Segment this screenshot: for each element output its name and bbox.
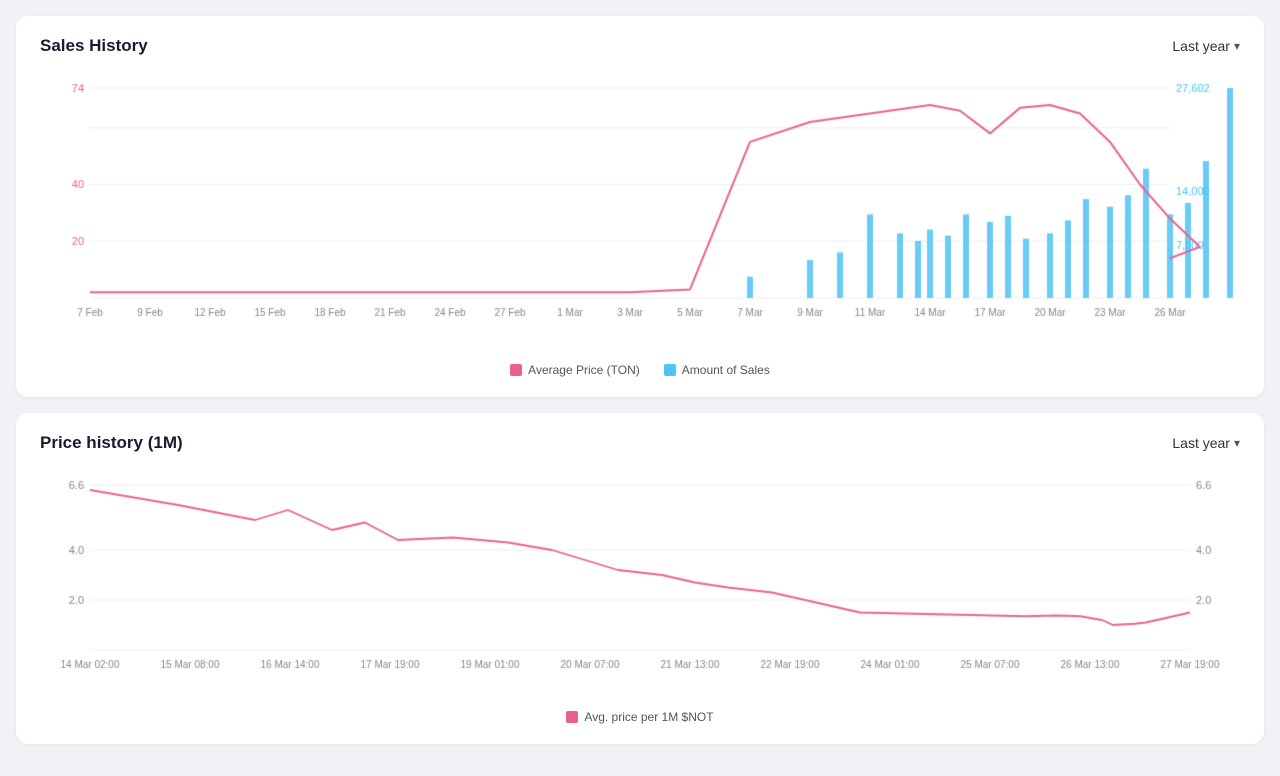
legend-line-color	[510, 364, 522, 376]
sales-history-period-label: Last year	[1172, 38, 1230, 54]
price-history-chart-area	[40, 465, 1240, 700]
price-history-header: Price history (1M) Last year ▾	[40, 433, 1240, 453]
price-history-card: Price history (1M) Last year ▾ Avg. pric…	[16, 413, 1264, 744]
price-history-period-label: Last year	[1172, 435, 1230, 451]
price-history-title: Price history (1M)	[40, 433, 183, 453]
sales-history-card: Sales History Last year ▾ Average Price …	[16, 16, 1264, 397]
sales-history-legend: Average Price (TON) Amount of Sales	[40, 363, 1240, 377]
price-history-legend-line: Avg. price per 1M $NOT	[566, 710, 713, 724]
legend-price-label: Avg. price per 1M $NOT	[584, 710, 713, 724]
sales-history-period-selector[interactable]: Last year ▾	[1172, 38, 1240, 54]
legend-price-color	[566, 711, 578, 723]
sales-history-legend-bar: Amount of Sales	[664, 363, 770, 377]
sales-history-header: Sales History Last year ▾	[40, 36, 1240, 56]
sales-history-title: Sales History	[40, 36, 148, 56]
legend-bar-label: Amount of Sales	[682, 363, 770, 377]
price-history-legend: Avg. price per 1M $NOT	[40, 710, 1240, 724]
sales-history-chart	[40, 68, 1240, 348]
chevron-down-icon: ▾	[1234, 39, 1240, 53]
price-history-period-selector[interactable]: Last year ▾	[1172, 435, 1240, 451]
sales-history-legend-line: Average Price (TON)	[510, 363, 640, 377]
chevron-down-icon-2: ▾	[1234, 436, 1240, 450]
price-history-chart	[40, 465, 1240, 695]
legend-line-label: Average Price (TON)	[528, 363, 640, 377]
sales-history-chart-area	[40, 68, 1240, 353]
legend-bar-color	[664, 364, 676, 376]
